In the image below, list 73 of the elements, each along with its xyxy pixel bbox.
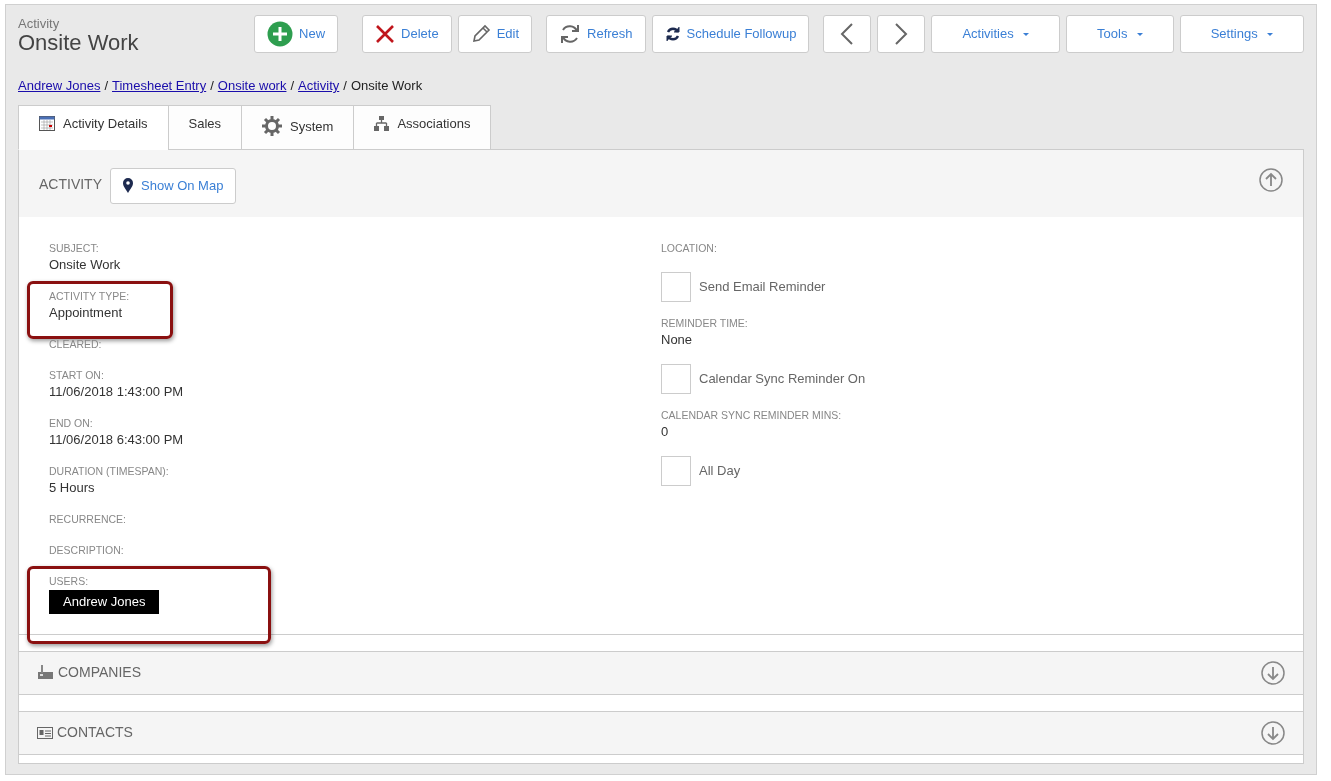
breadcrumb-link[interactable]: Activity xyxy=(298,78,340,94)
nav-button[interactable] xyxy=(877,15,926,53)
field-label: CLEARED: xyxy=(49,336,103,351)
collapse-icon[interactable] xyxy=(1259,167,1283,192)
breadcrumb-separator: / xyxy=(210,78,214,94)
field-value: Onsite Work xyxy=(49,255,122,274)
plus-icon xyxy=(267,21,294,47)
collapsible-section-header[interactable]: CONTACTS xyxy=(19,710,1303,755)
page-subtitle: Activity xyxy=(18,17,61,30)
field-label: REMINDER TIME: xyxy=(661,315,749,330)
breadcrumb-link[interactable]: Onsite work xyxy=(217,78,287,94)
refresh-icon xyxy=(559,23,582,45)
user-tag[interactable]: Andrew Jones xyxy=(49,589,160,614)
field-value: 5 Hours xyxy=(49,478,96,497)
breadcrumb-link[interactable]: Andrew Jones xyxy=(18,78,101,94)
checkbox-label: Calendar Sync Reminder On xyxy=(699,370,866,389)
field-label: DURATION (TIMESPAN): xyxy=(49,463,170,478)
field-label: ACTIVITY TYPE: xyxy=(49,288,131,303)
factory-icon xyxy=(37,665,54,681)
breadcrumb-link[interactable]: Timesheet Entry xyxy=(112,78,207,94)
pencil-icon xyxy=(470,24,491,44)
field-label: CALENDAR SYNC REMINDER MINS: xyxy=(661,407,843,422)
toolbar-button[interactable]: Delete xyxy=(362,15,452,53)
calendar-icon xyxy=(39,115,55,131)
page-title: Onsite Work xyxy=(18,30,140,57)
collapsible-section-header[interactable]: COMPANIES xyxy=(19,650,1303,695)
field-label: SUBJECT: xyxy=(49,240,100,255)
field-value: Appointment xyxy=(49,303,123,322)
section-title: CONTACTS xyxy=(57,723,133,743)
checkbox-label: Send Email Reminder xyxy=(699,278,826,297)
checkbox-label: All Day xyxy=(699,462,741,481)
tab[interactable]: Associations xyxy=(353,104,492,150)
section-title: COMPANIES xyxy=(58,663,141,683)
close-icon xyxy=(375,24,396,44)
tab[interactable]: Sales xyxy=(167,104,243,150)
field-label: LOCATION: xyxy=(661,240,718,255)
gear-icon xyxy=(262,116,283,137)
contact-card-icon xyxy=(37,726,53,739)
breadcrumb-current: Onsite Work xyxy=(350,78,423,94)
dropdown-button[interactable]: Activities xyxy=(931,15,1061,53)
field-value: 0 xyxy=(661,422,670,441)
show-on-map-button[interactable]: Show On Map xyxy=(110,167,237,204)
field-label: DESCRIPTION: xyxy=(49,542,125,557)
dropdown-button[interactable]: Tools xyxy=(1066,15,1174,53)
expand-icon[interactable] xyxy=(1261,720,1285,745)
breadcrumb-separator: / xyxy=(104,78,108,94)
tab[interactable]: System xyxy=(241,104,355,150)
checkbox[interactable] xyxy=(661,455,691,486)
breadcrumb-separator: / xyxy=(343,78,347,94)
tab[interactable]: Activity Details xyxy=(18,104,169,150)
breadcrumb-separator: / xyxy=(290,78,295,94)
nav-button[interactable] xyxy=(823,15,872,53)
panel-title: ACTIVITY xyxy=(39,174,102,194)
toolbar-button[interactable]: Schedule Followup xyxy=(651,15,810,53)
hierarchy-icon xyxy=(374,115,390,131)
field-label: USERS: xyxy=(49,573,90,588)
field-value: 11/06/2018 1:43:00 PM xyxy=(49,382,185,401)
field-label: START ON: xyxy=(49,367,105,382)
toolbar-button[interactable]: Edit xyxy=(457,15,533,53)
field-value: 11/06/2018 6:43:00 PM xyxy=(49,430,185,449)
field-label: RECURRENCE: xyxy=(49,511,127,526)
chevron-right-icon xyxy=(894,22,909,46)
checkbox[interactable] xyxy=(661,271,691,302)
toolbar-button[interactable]: Refresh xyxy=(546,15,646,53)
toolbar-button[interactable]: New xyxy=(254,15,339,53)
checkbox[interactable] xyxy=(661,363,691,394)
refresh-icon xyxy=(664,26,681,42)
chevron-left-icon xyxy=(840,22,855,46)
expand-icon[interactable] xyxy=(1261,660,1285,685)
dropdown-button[interactable]: Settings xyxy=(1179,15,1304,53)
map-pin-icon xyxy=(123,178,133,194)
field-label: END ON: xyxy=(49,415,94,430)
field-value: None xyxy=(661,330,694,349)
